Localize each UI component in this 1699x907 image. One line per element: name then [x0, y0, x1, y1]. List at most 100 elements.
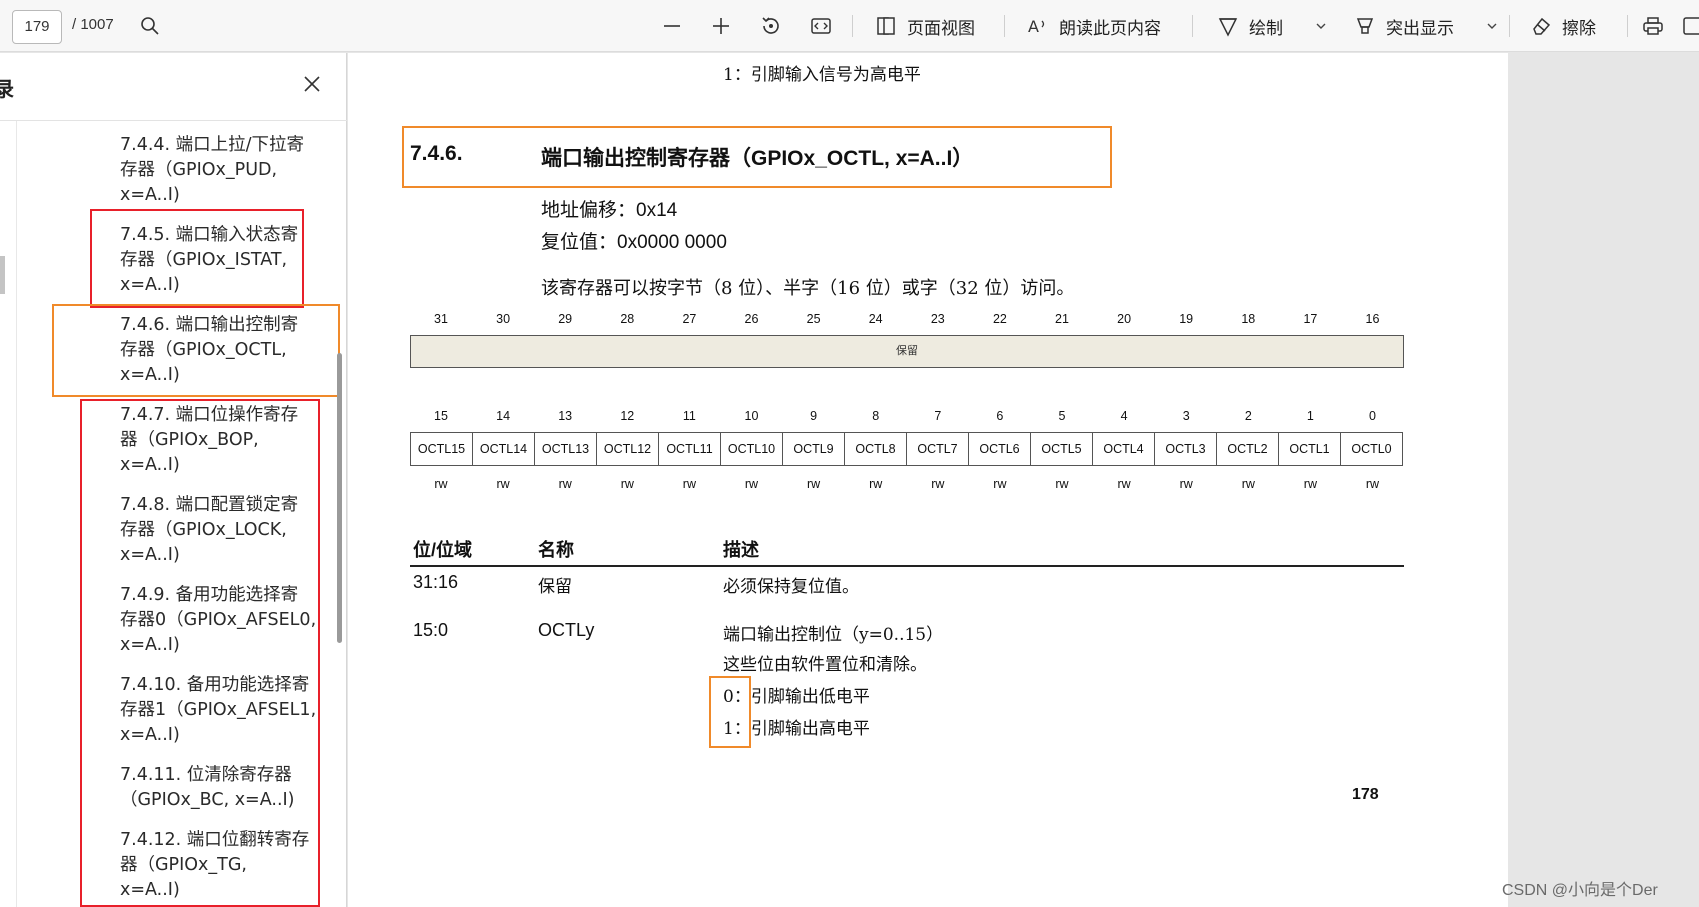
access-type: rw [1365, 477, 1380, 491]
zoom-out-button[interactable] [662, 12, 682, 40]
bit-number: 2 [1244, 409, 1252, 423]
erase-button[interactable]: 擦除 [1530, 12, 1596, 40]
toolbar-divider [852, 15, 853, 37]
field-cell: OCTL14 [472, 432, 535, 466]
field-cell: OCTL8 [844, 432, 907, 466]
field-cell: OCTL11 [658, 432, 721, 466]
bit-number: 13 [558, 409, 573, 423]
section-number: 7.4.6. [410, 142, 463, 165]
chevron-down-icon[interactable] [1486, 20, 1498, 32]
bit-number: 4 [1120, 409, 1128, 423]
bit-number: 0 [1369, 409, 1376, 423]
bit-number: 3 [1182, 409, 1190, 423]
watermark: CSDN @小向是个Der [1502, 882, 1658, 899]
toc-scrollbar[interactable] [337, 353, 342, 643]
close-icon[interactable] [302, 74, 322, 94]
save-button[interactable] [1682, 12, 1699, 40]
bit-number: 5 [1058, 409, 1066, 423]
field-cell: OCTL0 [1340, 432, 1403, 466]
section-title: 端口输出控制寄存器（GPIOx_OCTL, x=A..I） [541, 147, 974, 170]
eraser-icon [1533, 17, 1551, 35]
row-bits: 31:16 [413, 572, 459, 592]
toc-item-line: 存器（GPIOx_PUD, [120, 160, 278, 180]
field-cell: OCTL5 [1030, 432, 1093, 466]
fit-width-button[interactable] [810, 12, 832, 40]
erase-label: 擦除 [1562, 18, 1596, 39]
bit-number: 16 [1365, 312, 1380, 326]
draw-label: 绘制 [1249, 18, 1283, 39]
table-of-contents-panel: 录 7.4.4. 端口上拉/下拉寄 存器（GPIOx_PUD, x=A..I) 7.… [0, 53, 347, 907]
bit-number: 20 [1117, 312, 1132, 326]
rotate-button[interactable] [760, 12, 782, 40]
minus-icon [664, 25, 680, 27]
table-header-rule [410, 565, 1404, 567]
page-view-button[interactable]: 页面视图 [875, 12, 975, 40]
page-number-input[interactable]: 179 [12, 10, 62, 44]
access-type: rw [931, 477, 945, 491]
address-offset: 地址偏移：0x14 [541, 200, 678, 221]
draw-button[interactable]: 绘制 [1217, 12, 1327, 40]
access-type: rw [558, 477, 572, 491]
access-type: rw [496, 477, 510, 491]
access-type: rw [682, 477, 696, 491]
bit-number: 28 [620, 312, 635, 326]
read-aloud-label: 朗读此页内容 [1059, 18, 1161, 39]
field-cell: OCTL3 [1154, 432, 1217, 466]
search-button[interactable] [140, 12, 160, 40]
read-aloud-button[interactable]: A 朗读此页内容 [1027, 12, 1161, 40]
bit-number: 9 [810, 409, 818, 423]
row-name: 保留 [538, 577, 572, 597]
page-view-icon [877, 17, 895, 35]
bit-number: 10 [744, 409, 759, 423]
access-type: rw [434, 477, 448, 491]
chevron-down-icon[interactable] [1315, 20, 1327, 32]
row-name: OCTLy [538, 620, 595, 640]
access-type: rw [1055, 477, 1069, 491]
bit-number: 30 [496, 312, 511, 326]
bit-number: 21 [1055, 312, 1069, 326]
field-cell: OCTL15 [410, 432, 473, 466]
bit-number: 8 [872, 409, 880, 423]
page-number: 178 [1352, 786, 1379, 803]
zoom-in-button[interactable] [711, 12, 731, 40]
bit-number: 18 [1241, 312, 1256, 326]
rail-indicator [0, 256, 5, 294]
access-type: rw [869, 477, 883, 491]
access-type: rw [806, 477, 821, 491]
bit-number: 27 [682, 312, 697, 326]
prev-section-text: 1：引脚输入信号为高电平 [723, 65, 921, 85]
header-desc: 描述 [723, 540, 759, 560]
highlighter-icon [1356, 18, 1374, 34]
field-cell: OCTL6 [968, 432, 1031, 466]
field-cell: OCTL9 [782, 432, 845, 466]
field-cell: OCTL1 [1278, 432, 1341, 466]
bit-number: 19 [1179, 312, 1194, 326]
annotation-red-box [80, 399, 320, 907]
toc-item-line: x=A..I) [120, 185, 180, 205]
field-cell: OCTL12 [596, 432, 659, 466]
annotation-orange-box [52, 304, 340, 397]
rotate-icon [762, 17, 779, 34]
highlight-button[interactable]: 突出显示 [1354, 12, 1498, 40]
bit-number: 14 [496, 409, 511, 423]
bit-number: 31 [434, 312, 448, 326]
bit-number: 23 [930, 312, 945, 326]
print-button[interactable] [1642, 12, 1664, 40]
bit-number: 25 [806, 312, 821, 326]
bit-number: 7 [934, 409, 942, 423]
access-type: rw [993, 477, 1007, 491]
header-bits: 位/位域 [413, 540, 473, 560]
bit-number: 11 [682, 409, 696, 423]
access-type: rw [744, 477, 759, 491]
bit-number: 24 [868, 312, 883, 326]
toolbar-divider [1004, 15, 1005, 37]
search-icon [141, 17, 159, 35]
print-icon [1643, 17, 1663, 35]
toc-item-7-4-4[interactable]: 7.4.4. 端口上拉/下拉寄 存器（GPIOx_PUD, x=A..I) [120, 133, 320, 208]
toolbar-divider [1509, 15, 1510, 37]
row-desc: 必须保持复位值。 [723, 577, 859, 597]
toc-item-line: 7.4.4. 端口上拉/下拉寄 [120, 135, 305, 155]
page-view-label: 页面视图 [907, 18, 975, 39]
plus-icon [713, 18, 729, 34]
bit-number: 6 [996, 409, 1004, 423]
